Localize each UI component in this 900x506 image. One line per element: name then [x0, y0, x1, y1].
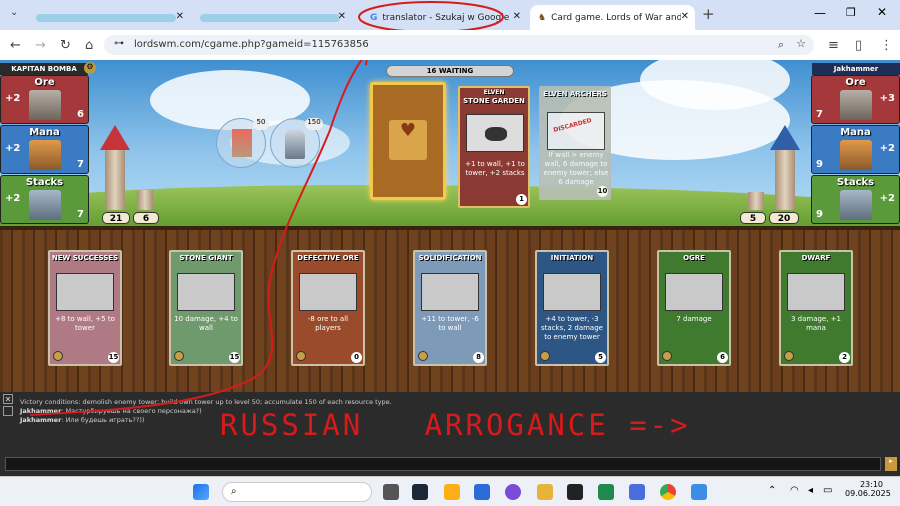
close-icon[interactable]: ✕ — [176, 11, 184, 22]
clock-time: 23:10 — [859, 480, 883, 489]
volume-icon[interactable]: ◂ — [808, 485, 813, 496]
clock[interactable]: 23:10 09.06.2025 — [845, 480, 891, 498]
tab-2[interactable]: ✕ — [192, 5, 352, 30]
site-info-icon[interactable]: ⊶ — [114, 38, 124, 49]
search-icon: ⌕ — [231, 486, 237, 497]
forward-button[interactable]: → — [35, 38, 46, 53]
wifi-icon[interactable]: ◠ — [790, 485, 799, 496]
close-icon[interactable]: ✕ — [513, 11, 521, 22]
file-explorer-icon[interactable] — [537, 484, 553, 500]
tab-1-blurred-label — [36, 13, 176, 22]
tab-label: Card game. Lords of War and M — [551, 12, 682, 23]
browser-tabbar: ⌄ ✕ ✕ G translator - Szukaj w Google ✕ ♞… — [0, 0, 900, 33]
rockstar-icon[interactable] — [444, 484, 460, 500]
minimize-button[interactable]: — — [814, 6, 826, 20]
back-button[interactable]: ← — [10, 38, 21, 53]
store-icon[interactable] — [629, 484, 645, 500]
bookmark-star-icon[interactable]: ☆ — [796, 37, 806, 50]
maximize-button[interactable]: ❐ — [846, 6, 856, 19]
url-text: lordswm.com/cgame.php?gameid=115763856 — [134, 39, 369, 50]
tab-card-game[interactable]: ♞ Card game. Lords of War and M ✕ — [530, 5, 695, 30]
taskbar-search[interactable]: ⌕ — [222, 482, 372, 502]
chrome-icon[interactable] — [660, 484, 676, 500]
steam-icon[interactable] — [412, 484, 428, 500]
tab-2-blurred-label — [200, 13, 340, 22]
tray-chevron-icon[interactable]: ⌃ — [768, 485, 776, 496]
address-bar: ← → ↻ ⌂ ⊶ lordswm.com/cgame.php?gameid=1… — [0, 30, 900, 60]
app-circle-icon[interactable] — [505, 484, 521, 500]
close-icon[interactable]: ✕ — [338, 11, 346, 22]
clock-date: 09.06.2025 — [845, 489, 891, 498]
annotation-arrow — [29, 60, 368, 416]
tab-search-icon[interactable]: ⌄ — [10, 7, 18, 18]
game-area: KAPITAN BOMBA ⚙ Ore +2 6 Mana +2 7 Stack… — [0, 60, 900, 476]
windows-start-icon[interactable] — [193, 484, 209, 500]
excel-icon[interactable] — [598, 484, 614, 500]
profile-icon[interactable]: ▯ — [855, 38, 862, 53]
taskbar: ⌕ ⌃ ◠ ◂ ▭ 23:10 09.06.2025 — [0, 476, 900, 506]
new-tab-button[interactable]: + — [702, 5, 715, 23]
media-icon[interactable]: ≡ — [828, 38, 839, 53]
close-icon[interactable]: ✕ — [681, 11, 689, 22]
battery-icon[interactable]: ▭ — [823, 485, 832, 496]
url-field[interactable]: ⊶ lordswm.com/cgame.php?gameid=115763856… — [104, 35, 814, 55]
tab-1[interactable]: ✕ — [28, 5, 190, 30]
task-view-icon[interactable] — [383, 484, 399, 500]
game-favicon-icon: ♞ — [538, 12, 547, 23]
photos-icon[interactable] — [691, 484, 707, 500]
home-icon[interactable]: ⌂ — [85, 38, 93, 53]
menu-icon[interactable]: ⋮ — [880, 38, 893, 53]
close-window-button[interactable]: ✕ — [877, 5, 887, 19]
epic-games-icon[interactable] — [567, 484, 583, 500]
reload-button[interactable]: ↻ — [60, 38, 71, 53]
zoom-icon[interactable]: ⌕ — [778, 38, 784, 52]
app-icon[interactable] — [474, 484, 490, 500]
